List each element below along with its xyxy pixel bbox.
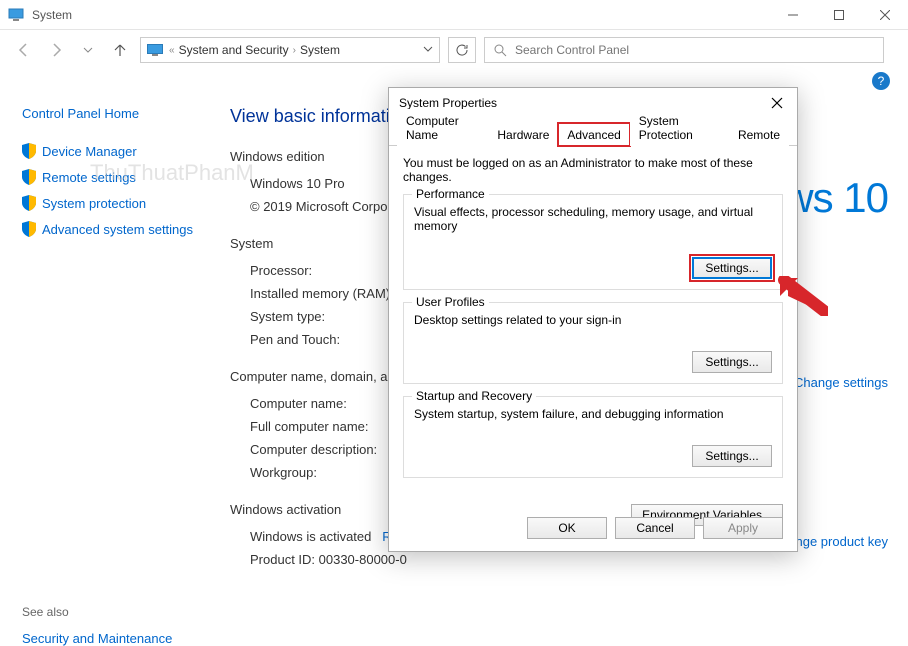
activation-text: Windows is activated [250, 529, 371, 544]
windows-10-logo-text: ws 10 [783, 174, 888, 222]
chevron-right-icon: › [293, 45, 296, 56]
tab-remote[interactable]: Remote [729, 123, 789, 146]
group-user-profiles: User Profiles Desktop settings related t… [403, 302, 783, 384]
breadcrumb: « System and Security › System [169, 43, 340, 57]
back-button[interactable] [12, 38, 36, 62]
help-icon[interactable]: ? [872, 72, 890, 90]
tab-advanced[interactable]: Advanced [558, 123, 629, 146]
maximize-button[interactable] [816, 0, 862, 30]
shield-icon [22, 221, 36, 237]
sidebar-item-label: System protection [42, 196, 146, 211]
sidebar-item-advanced-settings[interactable]: Advanced system settings [22, 221, 200, 237]
see-also: See also Security and Maintenance [22, 605, 172, 631]
change-product-key-link[interactable]: ange product key [788, 534, 888, 549]
product-id: Product ID: 00330-80000-0 [250, 552, 888, 567]
dialog-body: You must be logged on as an Administrato… [389, 146, 797, 500]
profiles-desc: Desktop settings related to your sign-in [414, 313, 772, 327]
group-startup-recovery: Startup and Recovery System startup, sys… [403, 396, 783, 478]
group-legend: User Profiles [412, 295, 489, 309]
sidebar-item-label: Advanced system settings [42, 222, 193, 237]
close-button[interactable] [862, 0, 908, 30]
dialog-close-button[interactable] [767, 93, 787, 113]
recent-dropdown[interactable] [76, 38, 100, 62]
search-icon [493, 43, 507, 57]
startup-settings-button[interactable]: Settings... [692, 445, 772, 467]
titlebar: System [0, 0, 908, 30]
up-button[interactable] [108, 38, 132, 62]
system-icon [8, 7, 24, 23]
location-icon [147, 44, 163, 56]
sidebar-item-remote-settings[interactable]: Remote settings [22, 169, 200, 185]
search-input[interactable] [515, 43, 875, 57]
performance-desc: Visual effects, processor scheduling, me… [414, 205, 772, 233]
admin-note: You must be logged on as an Administrato… [403, 156, 783, 184]
group-legend: Performance [412, 187, 489, 201]
sidebar-item-device-manager[interactable]: Device Manager [22, 143, 200, 159]
profiles-settings-button[interactable]: Settings... [692, 351, 772, 373]
tab-computer-name[interactable]: Computer Name [397, 109, 488, 146]
address-bar[interactable]: « System and Security › System [140, 37, 440, 63]
shield-icon [22, 195, 36, 211]
control-panel-home-link[interactable]: Control Panel Home [22, 106, 200, 121]
shield-icon [22, 143, 36, 159]
dialog-tabs: Computer Name Hardware Advanced System P… [389, 122, 797, 146]
breadcrumb-item[interactable]: System and Security [179, 43, 289, 57]
security-maintenance-link[interactable]: Security and Maintenance [22, 631, 172, 646]
dialog-footer: OK Cancel Apply [527, 517, 783, 539]
sidebar-item-label: Device Manager [42, 144, 137, 159]
change-settings-label: Change settings [794, 375, 888, 390]
apply-button[interactable]: Apply [703, 517, 783, 539]
nav-toolbar: « System and Security › System [0, 30, 908, 70]
sidebar-item-system-protection[interactable]: System protection [22, 195, 200, 211]
system-properties-dialog: System Properties Computer Name Hardware… [388, 87, 798, 552]
sidebar: Control Panel Home Device Manager Remote… [0, 94, 210, 601]
breadcrumb-sep: « [169, 45, 175, 56]
sidebar-item-label: Remote settings [42, 170, 136, 185]
breadcrumb-item[interactable]: System [300, 43, 340, 57]
startup-desc: System startup, system failure, and debu… [414, 407, 772, 421]
group-performance: Performance Visual effects, processor sc… [403, 194, 783, 290]
address-dropdown-icon[interactable] [423, 43, 433, 57]
cancel-button[interactable]: Cancel [615, 517, 695, 539]
ok-button[interactable]: OK [527, 517, 607, 539]
window-title: System [32, 8, 770, 22]
see-also-heading: See also [22, 605, 172, 619]
shield-icon [22, 169, 36, 185]
group-legend: Startup and Recovery [412, 389, 536, 403]
tab-hardware[interactable]: Hardware [488, 123, 558, 146]
performance-settings-button[interactable]: Settings... [692, 257, 772, 279]
forward-button[interactable] [44, 38, 68, 62]
minimize-button[interactable] [770, 0, 816, 30]
dialog-title: System Properties [399, 96, 497, 110]
search-box[interactable] [484, 37, 884, 63]
tab-system-protection[interactable]: System Protection [630, 109, 729, 146]
refresh-button[interactable] [448, 37, 476, 63]
